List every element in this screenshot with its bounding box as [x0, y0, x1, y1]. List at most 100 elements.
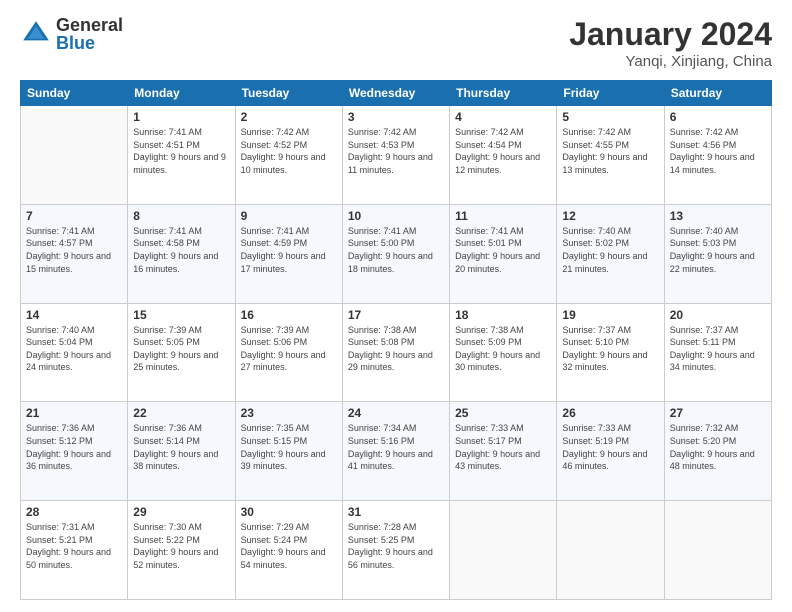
calendar-week-2: 14 Sunrise: 7:40 AMSunset: 5:04 PMDaylig… — [21, 303, 772, 402]
day-number: 13 — [670, 209, 766, 223]
day-info: Sunrise: 7:36 AMSunset: 5:14 PMDaylight:… — [133, 422, 229, 472]
day-info: Sunrise: 7:41 AMSunset: 5:01 PMDaylight:… — [455, 225, 551, 275]
col-saturday: Saturday — [664, 81, 771, 106]
day-number: 25 — [455, 406, 551, 420]
table-row: 23 Sunrise: 7:35 AMSunset: 5:15 PMDaylig… — [235, 402, 342, 501]
day-info: Sunrise: 7:38 AMSunset: 5:08 PMDaylight:… — [348, 324, 444, 374]
table-row: 9 Sunrise: 7:41 AMSunset: 4:59 PMDayligh… — [235, 204, 342, 303]
day-number: 24 — [348, 406, 444, 420]
table-row: 21 Sunrise: 7:36 AMSunset: 5:12 PMDaylig… — [21, 402, 128, 501]
day-number: 19 — [562, 308, 658, 322]
day-number: 5 — [562, 110, 658, 124]
table-row: 26 Sunrise: 7:33 AMSunset: 5:19 PMDaylig… — [557, 402, 664, 501]
table-row: 8 Sunrise: 7:41 AMSunset: 4:58 PMDayligh… — [128, 204, 235, 303]
day-info: Sunrise: 7:32 AMSunset: 5:20 PMDaylight:… — [670, 422, 766, 472]
col-friday: Friday — [557, 81, 664, 106]
table-row: 29 Sunrise: 7:30 AMSunset: 5:22 PMDaylig… — [128, 501, 235, 600]
table-row: 17 Sunrise: 7:38 AMSunset: 5:08 PMDaylig… — [342, 303, 449, 402]
day-number: 2 — [241, 110, 337, 124]
calendar-week-3: 21 Sunrise: 7:36 AMSunset: 5:12 PMDaylig… — [21, 402, 772, 501]
table-row: 14 Sunrise: 7:40 AMSunset: 5:04 PMDaylig… — [21, 303, 128, 402]
table-row: 25 Sunrise: 7:33 AMSunset: 5:17 PMDaylig… — [450, 402, 557, 501]
logo: General Blue — [20, 16, 123, 52]
calendar-week-1: 7 Sunrise: 7:41 AMSunset: 4:57 PMDayligh… — [21, 204, 772, 303]
table-row — [557, 501, 664, 600]
day-info: Sunrise: 7:31 AMSunset: 5:21 PMDaylight:… — [26, 521, 122, 571]
day-number: 27 — [670, 406, 766, 420]
table-row: 28 Sunrise: 7:31 AMSunset: 5:21 PMDaylig… — [21, 501, 128, 600]
table-row: 7 Sunrise: 7:41 AMSunset: 4:57 PMDayligh… — [21, 204, 128, 303]
day-info: Sunrise: 7:41 AMSunset: 4:59 PMDaylight:… — [241, 225, 337, 275]
day-info: Sunrise: 7:39 AMSunset: 5:06 PMDaylight:… — [241, 324, 337, 374]
table-row: 27 Sunrise: 7:32 AMSunset: 5:20 PMDaylig… — [664, 402, 771, 501]
table-row: 4 Sunrise: 7:42 AMSunset: 4:54 PMDayligh… — [450, 106, 557, 205]
day-number: 23 — [241, 406, 337, 420]
day-info: Sunrise: 7:42 AMSunset: 4:56 PMDaylight:… — [670, 126, 766, 176]
col-monday: Monday — [128, 81, 235, 106]
day-info: Sunrise: 7:34 AMSunset: 5:16 PMDaylight:… — [348, 422, 444, 472]
table-row: 15 Sunrise: 7:39 AMSunset: 5:05 PMDaylig… — [128, 303, 235, 402]
day-info: Sunrise: 7:37 AMSunset: 5:10 PMDaylight:… — [562, 324, 658, 374]
table-row: 10 Sunrise: 7:41 AMSunset: 5:00 PMDaylig… — [342, 204, 449, 303]
calendar-table: Sunday Monday Tuesday Wednesday Thursday… — [20, 80, 772, 600]
table-row: 12 Sunrise: 7:40 AMSunset: 5:02 PMDaylig… — [557, 204, 664, 303]
day-number: 28 — [26, 505, 122, 519]
day-number: 6 — [670, 110, 766, 124]
page: General Blue January 2024 Yanqi, Xinjian… — [0, 0, 792, 612]
header: General Blue January 2024 Yanqi, Xinjian… — [20, 16, 772, 70]
table-row: 31 Sunrise: 7:28 AMSunset: 5:25 PMDaylig… — [342, 501, 449, 600]
day-number: 22 — [133, 406, 229, 420]
col-wednesday: Wednesday — [342, 81, 449, 106]
day-info: Sunrise: 7:38 AMSunset: 5:09 PMDaylight:… — [455, 324, 551, 374]
day-info: Sunrise: 7:41 AMSunset: 4:58 PMDaylight:… — [133, 225, 229, 275]
table-row: 20 Sunrise: 7:37 AMSunset: 5:11 PMDaylig… — [664, 303, 771, 402]
table-row — [450, 501, 557, 600]
table-row: 13 Sunrise: 7:40 AMSunset: 5:03 PMDaylig… — [664, 204, 771, 303]
logo-general: General — [56, 16, 123, 34]
table-row: 6 Sunrise: 7:42 AMSunset: 4:56 PMDayligh… — [664, 106, 771, 205]
col-tuesday: Tuesday — [235, 81, 342, 106]
day-info: Sunrise: 7:42 AMSunset: 4:52 PMDaylight:… — [241, 126, 337, 176]
day-number: 15 — [133, 308, 229, 322]
day-number: 12 — [562, 209, 658, 223]
day-number: 1 — [133, 110, 229, 124]
day-info: Sunrise: 7:41 AMSunset: 5:00 PMDaylight:… — [348, 225, 444, 275]
table-row: 19 Sunrise: 7:37 AMSunset: 5:10 PMDaylig… — [557, 303, 664, 402]
day-info: Sunrise: 7:37 AMSunset: 5:11 PMDaylight:… — [670, 324, 766, 374]
table-row — [664, 501, 771, 600]
day-info: Sunrise: 7:30 AMSunset: 5:22 PMDaylight:… — [133, 521, 229, 571]
logo-text: General Blue — [56, 16, 123, 52]
table-row — [21, 106, 128, 205]
day-number: 3 — [348, 110, 444, 124]
day-number: 4 — [455, 110, 551, 124]
day-number: 8 — [133, 209, 229, 223]
day-info: Sunrise: 7:33 AMSunset: 5:17 PMDaylight:… — [455, 422, 551, 472]
day-number: 26 — [562, 406, 658, 420]
day-number: 30 — [241, 505, 337, 519]
table-row: 2 Sunrise: 7:42 AMSunset: 4:52 PMDayligh… — [235, 106, 342, 205]
calendar-week-0: 1 Sunrise: 7:41 AMSunset: 4:51 PMDayligh… — [21, 106, 772, 205]
day-info: Sunrise: 7:39 AMSunset: 5:05 PMDaylight:… — [133, 324, 229, 374]
day-info: Sunrise: 7:35 AMSunset: 5:15 PMDaylight:… — [241, 422, 337, 472]
day-number: 10 — [348, 209, 444, 223]
logo-icon — [20, 18, 52, 50]
day-number: 29 — [133, 505, 229, 519]
day-info: Sunrise: 7:42 AMSunset: 4:53 PMDaylight:… — [348, 126, 444, 176]
table-row: 24 Sunrise: 7:34 AMSunset: 5:16 PMDaylig… — [342, 402, 449, 501]
day-number: 21 — [26, 406, 122, 420]
table-row: 11 Sunrise: 7:41 AMSunset: 5:01 PMDaylig… — [450, 204, 557, 303]
day-number: 11 — [455, 209, 551, 223]
title-block: January 2024 Yanqi, Xinjiang, China — [569, 16, 772, 70]
logo-blue: Blue — [56, 34, 123, 52]
table-row: 5 Sunrise: 7:42 AMSunset: 4:55 PMDayligh… — [557, 106, 664, 205]
col-thursday: Thursday — [450, 81, 557, 106]
day-number: 9 — [241, 209, 337, 223]
table-row: 22 Sunrise: 7:36 AMSunset: 5:14 PMDaylig… — [128, 402, 235, 501]
day-number: 7 — [26, 209, 122, 223]
day-number: 20 — [670, 308, 766, 322]
day-info: Sunrise: 7:40 AMSunset: 5:03 PMDaylight:… — [670, 225, 766, 275]
month-title: January 2024 — [569, 16, 772, 53]
day-info: Sunrise: 7:40 AMSunset: 5:04 PMDaylight:… — [26, 324, 122, 374]
day-info: Sunrise: 7:42 AMSunset: 4:55 PMDaylight:… — [562, 126, 658, 176]
day-number: 14 — [26, 308, 122, 322]
